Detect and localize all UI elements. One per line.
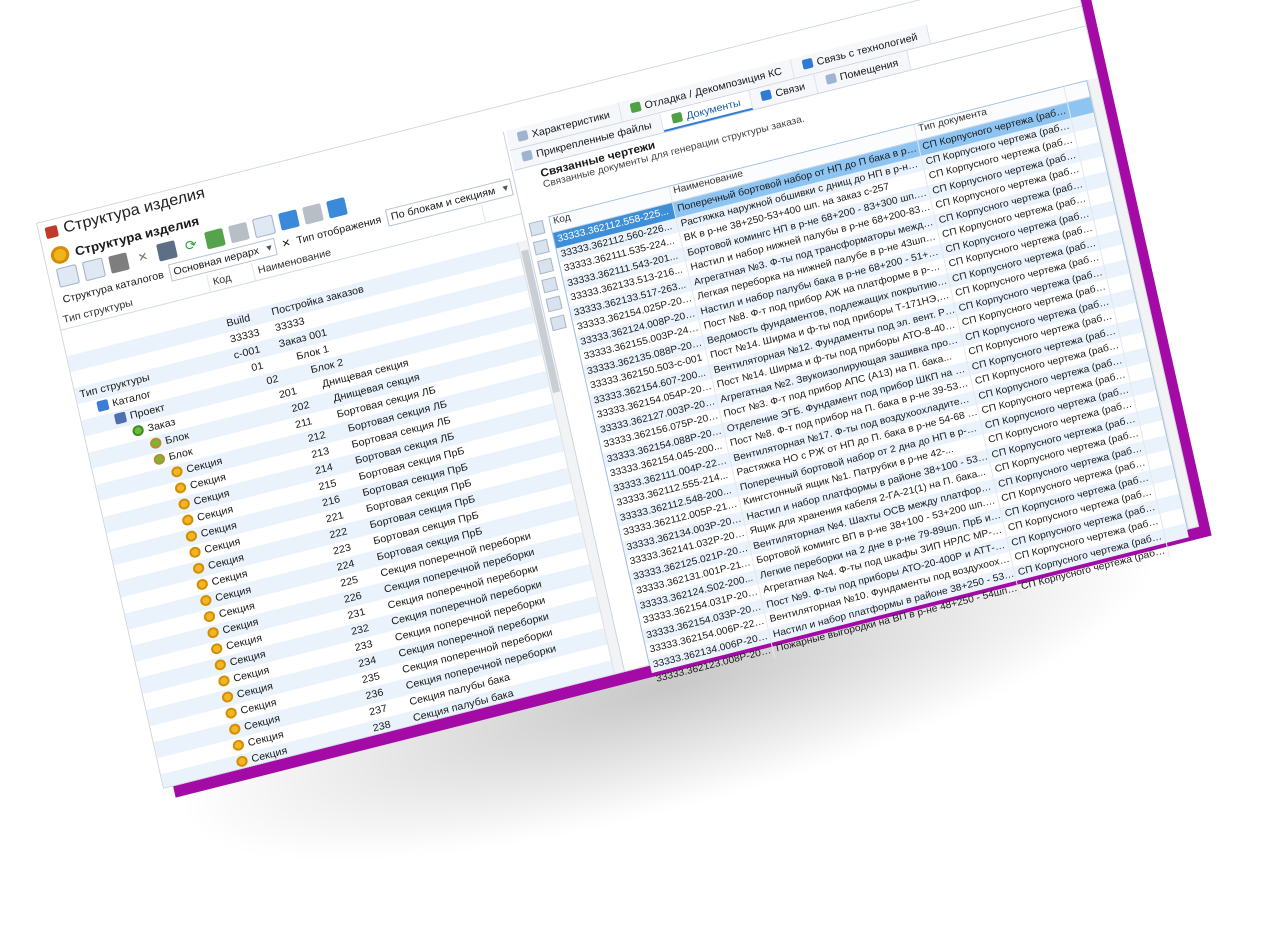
save-icon[interactable] xyxy=(156,240,178,262)
section-icon xyxy=(191,561,206,575)
section-icon xyxy=(220,690,235,704)
stage: Структура изделия – □ ✕ Структура издели… xyxy=(0,0,1266,932)
characteristics-icon xyxy=(516,129,529,142)
block-icon xyxy=(152,452,167,466)
printer-icon[interactable] xyxy=(302,203,324,225)
catalog-icon xyxy=(96,398,110,413)
section-icon xyxy=(195,577,209,592)
refresh-doc-icon[interactable] xyxy=(549,314,567,332)
section-icon xyxy=(206,626,220,640)
attachment-icon xyxy=(521,149,534,162)
section-icon xyxy=(235,754,249,768)
export-icon[interactable] xyxy=(326,197,348,219)
section-icon xyxy=(188,545,202,559)
order-icon xyxy=(131,424,145,438)
new-doc-icon[interactable] xyxy=(55,263,81,288)
section-icon xyxy=(184,529,199,543)
edit-doc-icon[interactable] xyxy=(532,238,550,256)
section-icon xyxy=(181,513,195,527)
clear-icon[interactable]: ✕ xyxy=(281,237,292,251)
section-icon xyxy=(202,610,217,624)
block-icon xyxy=(149,436,163,450)
debug-icon xyxy=(629,101,642,114)
minimize-button[interactable]: – xyxy=(976,0,1006,5)
section-icon xyxy=(224,706,238,720)
print-icon[interactable] xyxy=(228,221,250,244)
copy-doc-icon[interactable] xyxy=(81,257,107,282)
section-icon xyxy=(170,465,184,479)
open-doc-icon[interactable] xyxy=(537,257,555,275)
documents-grid: Код Наименование Тип документа 33333.362… xyxy=(548,80,1189,688)
delete-icon[interactable] xyxy=(108,252,130,274)
project-icon xyxy=(113,411,128,425)
cancel-icon[interactable]: ✕ xyxy=(132,246,154,268)
section-icon xyxy=(217,674,231,688)
section-icon xyxy=(231,738,246,752)
section-icon xyxy=(228,722,242,736)
section-icon xyxy=(210,642,224,656)
section-icon xyxy=(199,593,213,608)
links-icon xyxy=(760,89,773,102)
tech-link-icon xyxy=(801,57,814,70)
section-icon xyxy=(213,658,228,672)
gear-icon xyxy=(49,244,71,266)
link-doc-icon[interactable] xyxy=(541,276,559,294)
settings-icon[interactable] xyxy=(251,214,277,239)
import-icon[interactable] xyxy=(204,227,226,250)
delete-doc-icon[interactable] xyxy=(545,295,563,313)
chart-icon[interactable] xyxy=(278,209,300,231)
tab-label: Связи xyxy=(774,80,807,100)
add-doc-icon[interactable] xyxy=(528,219,546,237)
section-icon xyxy=(177,497,191,511)
section-icon xyxy=(173,481,188,495)
refresh-icon[interactable]: ⟳ xyxy=(180,234,202,256)
rooms-icon xyxy=(824,72,837,85)
app-icon xyxy=(44,224,60,240)
documents-icon xyxy=(671,111,684,124)
